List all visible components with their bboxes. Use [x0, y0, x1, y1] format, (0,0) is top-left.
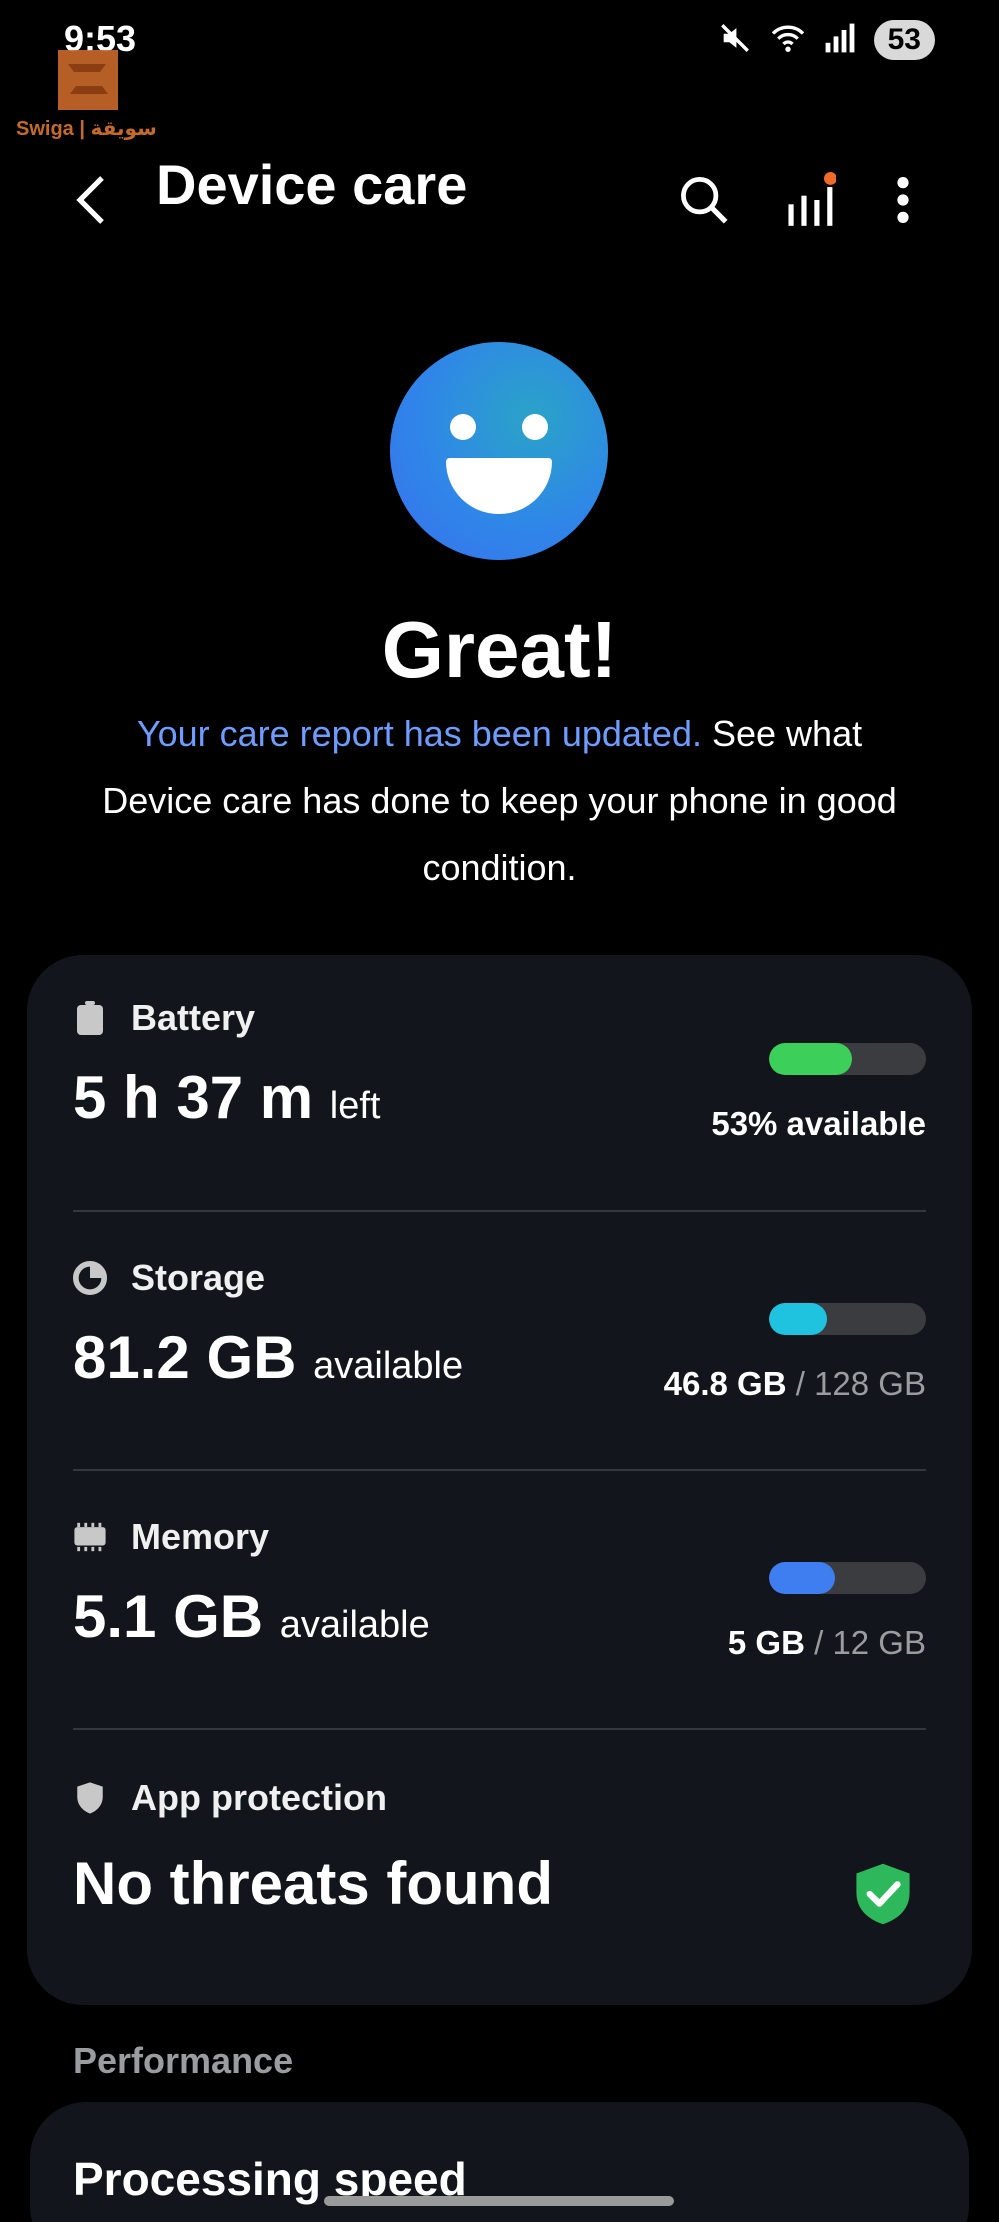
memory-usage-text: 5 GB / 12 GB [727, 1624, 926, 1661]
storage-usage-text: 46.8 GB / 128 GB [663, 1365, 926, 1402]
storage-label: Storage [131, 1257, 266, 1298]
wifi-6-icon [770, 21, 806, 60]
mute-icon [718, 21, 752, 60]
app-protection-section[interactable]: App protection No threats found [73, 1777, 926, 1967]
smiley-eye [522, 414, 548, 440]
shield-icon [73, 1781, 107, 1815]
more-options-icon [897, 177, 909, 223]
signal-icon [824, 23, 856, 58]
report-stats-icon [788, 172, 836, 226]
battery-level: 53 [873, 20, 935, 60]
status-description: Your care report has been updated. See w… [100, 700, 899, 901]
battery-level-bar [769, 1043, 926, 1075]
search-button[interactable] [672, 168, 736, 232]
battery-icon [73, 1001, 107, 1035]
status-headline: Great! [381, 605, 618, 694]
app-protection-status: No threats found [73, 1850, 553, 1917]
performance-section-label: Performance [73, 2040, 294, 2081]
home-indicator[interactable] [324, 2196, 674, 2206]
storage-pie-icon [73, 1261, 107, 1295]
memory-usage-fill [769, 1562, 835, 1594]
protected-shield-icon [854, 1861, 912, 1927]
battery-time-left: 5 h 37 m left [73, 1064, 381, 1131]
battery-section[interactable]: Battery 5 h 37 m left 53% available [73, 997, 926, 1187]
app-protection-label: App protection [131, 1777, 387, 1818]
page-title: Device care [156, 153, 468, 216]
section-divider [73, 1469, 926, 1471]
watermark-text: Swiga | سويقة [16, 118, 157, 140]
storage-usage-fill [769, 1303, 828, 1335]
storage-usage-bar [769, 1303, 926, 1335]
storage-available: 81.2 GB available [73, 1324, 464, 1391]
report-stats-button[interactable] [778, 168, 842, 232]
search-icon [681, 177, 728, 224]
storage-section[interactable]: Storage 81.2 GB available 46.8 GB / 128 … [73, 1257, 926, 1447]
watermark-logo-icon [58, 50, 118, 110]
memory-usage-bar [769, 1562, 926, 1594]
section-divider [73, 1210, 926, 1212]
status-icons: 53 [718, 20, 935, 60]
section-divider [73, 1728, 926, 1730]
battery-label: Battery [131, 997, 256, 1038]
smiley-eye [450, 414, 476, 440]
device-care-card: Battery 5 h 37 m left 53% available Stor… [27, 955, 972, 2005]
smiley-face-icon [390, 342, 608, 560]
app-header: Device care [0, 140, 999, 240]
care-report-link[interactable]: Your care report has been updated. [137, 713, 702, 754]
memory-chip-icon [73, 1520, 107, 1554]
more-options-button[interactable] [871, 168, 935, 232]
battery-level-fill [769, 1043, 853, 1075]
memory-label: Memory [131, 1516, 270, 1557]
chevron-left-icon [76, 176, 104, 224]
smiley-mouth [446, 458, 552, 514]
memory-available: 5.1 GB available [73, 1583, 430, 1650]
memory-section[interactable]: Memory 5.1 GB available 5 GB / 12 GB [73, 1516, 926, 1706]
back-button[interactable] [62, 170, 122, 230]
battery-status: 53% available [711, 1105, 926, 1142]
